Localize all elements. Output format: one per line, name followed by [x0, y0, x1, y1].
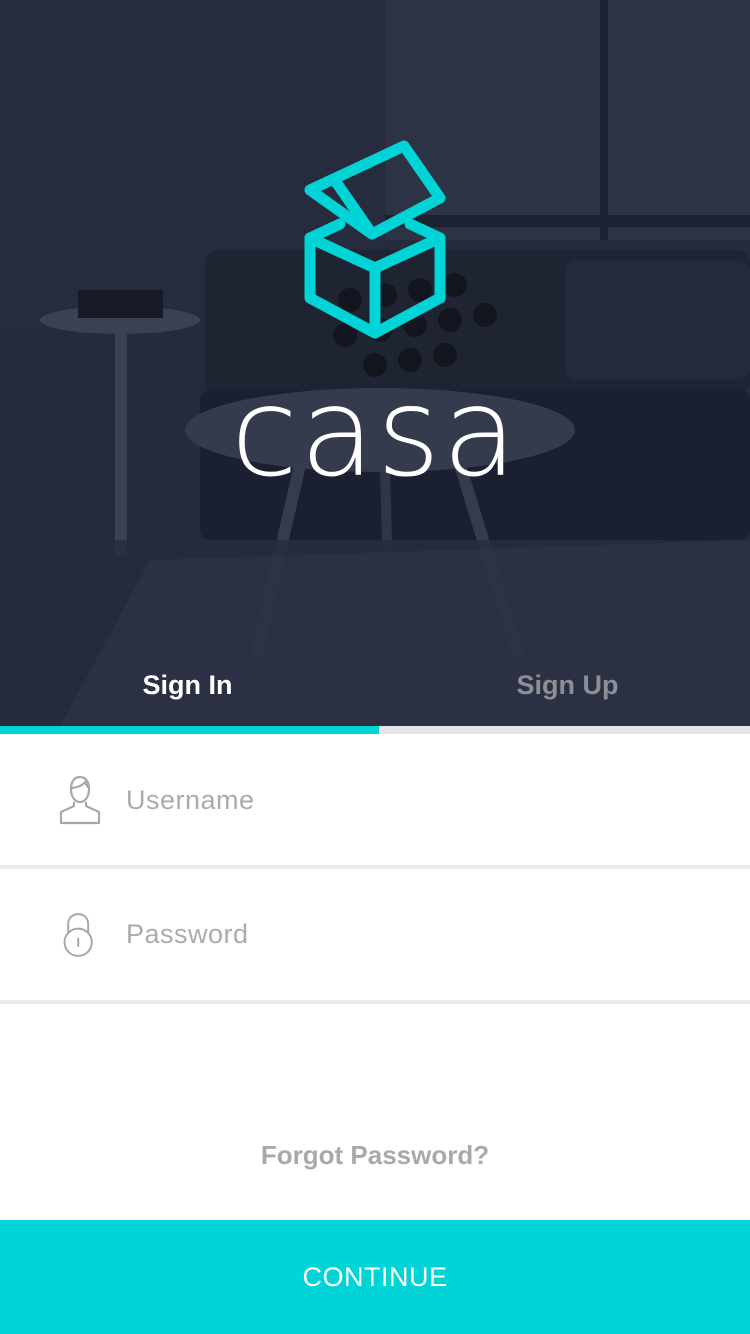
forgot-password-link[interactable]: Forgot Password?	[0, 1140, 750, 1171]
username-input[interactable]	[126, 770, 686, 830]
tab-sign-up[interactable]: Sign Up	[380, 650, 750, 720]
lock-icon	[63, 913, 93, 957]
tab-sign-up-label: Sign Up	[516, 669, 619, 700]
tab-indicator-track	[0, 726, 750, 734]
password-input[interactable]	[126, 904, 686, 964]
brand-name: casa	[230, 362, 520, 504]
tab-indicator-active	[0, 726, 379, 734]
password-row	[0, 868, 750, 1000]
username-row	[0, 734, 750, 866]
tab-sign-in-label: Sign In	[142, 669, 233, 700]
hero-banner: casa Sign In Sign Up	[0, 0, 750, 726]
tab-sign-in[interactable]: Sign In	[0, 650, 375, 720]
user-icon	[59, 775, 101, 825]
open-box-icon	[304, 140, 446, 339]
continue-button[interactable]: CONTINUE	[0, 1220, 750, 1334]
auth-tabs: Sign In Sign Up	[0, 650, 750, 726]
divider	[0, 1000, 750, 1004]
